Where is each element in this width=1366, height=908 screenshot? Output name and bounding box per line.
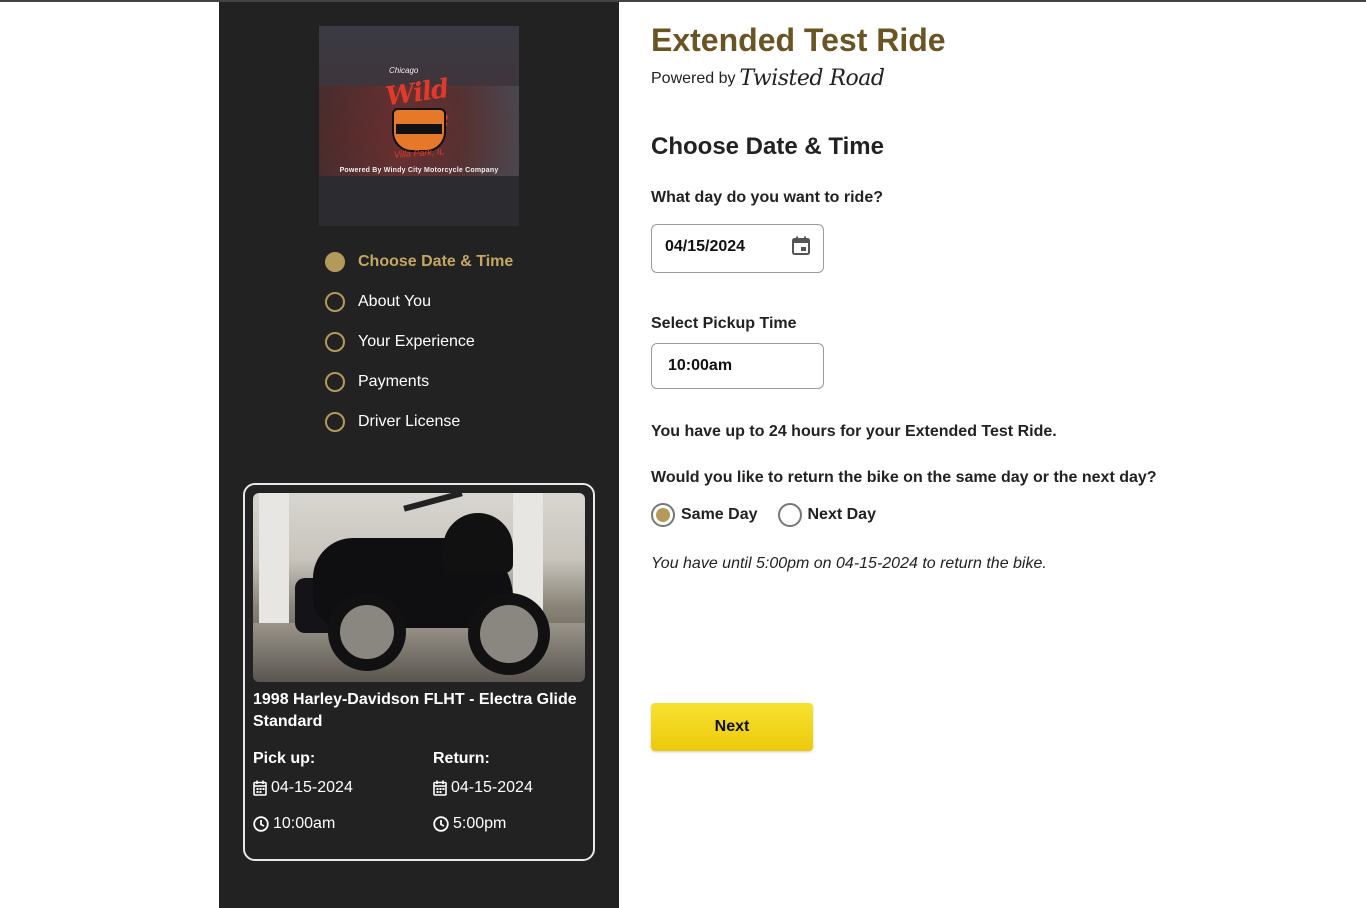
- pickup-heading: Pick up:: [253, 750, 316, 767]
- page-title: Extended Test Ride: [651, 22, 946, 58]
- twisted-road-logo: Twisted Road: [739, 66, 886, 91]
- pickup-time-text: 10:00am: [273, 815, 336, 832]
- return-date: 04-15-2024: [433, 778, 603, 798]
- radio-same-day[interactable]: Same Day: [651, 503, 758, 527]
- step-payments: Payments: [325, 362, 513, 402]
- ride-date-value: 04/15/2024: [665, 238, 746, 255]
- pickup-time-value: 10:00am: [668, 357, 733, 374]
- ride-duration-info: You have up to 24 hours for your Extende…: [651, 423, 1057, 440]
- step-label: Choose Date & Time: [358, 253, 514, 270]
- return-heading: Return:: [433, 750, 490, 767]
- radio-label: Same Day: [681, 506, 758, 523]
- return-deadline-note: You have until 5:00pm on 04-15-2024 to r…: [651, 555, 1047, 572]
- step-circle-icon: [325, 412, 345, 432]
- pickup-date-text: 04-15-2024: [271, 779, 353, 796]
- step-label: About You: [358, 293, 431, 310]
- pickup-details: Pick up: 04-15-2024 10:00am: [253, 750, 423, 850]
- pickup-time-select[interactable]: 10:00am: [651, 343, 824, 389]
- step-circle-icon: [325, 292, 345, 312]
- next-button[interactable]: Next: [651, 703, 813, 751]
- radio-next-day[interactable]: Next Day: [777, 503, 876, 527]
- progress-steps: Choose Date & Time About You Your Experi…: [325, 242, 513, 442]
- step-label: Your Experience: [358, 333, 475, 350]
- clock-icon: [433, 816, 449, 832]
- bike-photo: [253, 493, 585, 682]
- return-details: Return: 04-15-2024 5:00pm: [433, 750, 603, 850]
- step-label: Payments: [358, 373, 430, 390]
- pickup-date: 04-15-2024: [253, 778, 423, 798]
- calendar-picker-icon[interactable]: [790, 235, 812, 257]
- powered-by: Powered by Twisted Road: [651, 66, 885, 91]
- radio-label: Next Day: [807, 506, 876, 523]
- return-time-text: 5:00pm: [453, 815, 507, 832]
- sidebar: Chicago Wild Fire Villa Park, IL Powered…: [219, 2, 619, 908]
- pickup-time: 10:00am: [253, 814, 423, 834]
- dealer-logo-chicago: Chicago: [389, 66, 419, 75]
- step-about-you: About You: [325, 282, 513, 322]
- step-active-icon: [325, 252, 345, 272]
- step-driver-license: Driver License: [325, 402, 513, 442]
- return-day-radio-group: Same Day Next Day: [651, 503, 896, 527]
- section-title: Choose Date & Time: [651, 133, 884, 160]
- radio-unchecked-icon[interactable]: [777, 503, 802, 527]
- calendar-icon: [433, 780, 447, 796]
- return-date-text: 04-15-2024: [451, 779, 533, 796]
- calendar-icon: [253, 780, 267, 796]
- dealer-logo: Chicago Wild Fire Villa Park, IL Powered…: [319, 26, 519, 226]
- step-label: Driver License: [358, 413, 461, 430]
- top-border: [0, 0, 1366, 2]
- dealer-logo-powered: Powered By Windy City Motorcycle Company: [339, 167, 499, 174]
- return-question: Would you like to return the bike on the…: [651, 469, 1157, 486]
- radio-checked-icon[interactable]: [651, 503, 675, 527]
- powered-by-text: Powered by: [651, 69, 736, 87]
- date-question: What day do you want to ride?: [651, 189, 883, 206]
- step-circle-icon: [325, 372, 345, 392]
- harley-shield-icon: [392, 108, 446, 152]
- ride-date-input[interactable]: 04/15/2024: [651, 224, 824, 273]
- step-choose-date-time: Choose Date & Time: [325, 242, 513, 282]
- return-time: 5:00pm: [433, 814, 603, 834]
- bike-title: 1998 Harley-Davidson FLHT - Electra Glid…: [253, 691, 577, 730]
- time-question: Select Pickup Time: [651, 315, 797, 332]
- step-circle-icon: [325, 332, 345, 352]
- clock-icon: [253, 816, 269, 832]
- bike-summary-card: 1998 Harley-Davidson FLHT - Electra Glid…: [243, 483, 595, 861]
- step-your-experience: Your Experience: [325, 322, 513, 362]
